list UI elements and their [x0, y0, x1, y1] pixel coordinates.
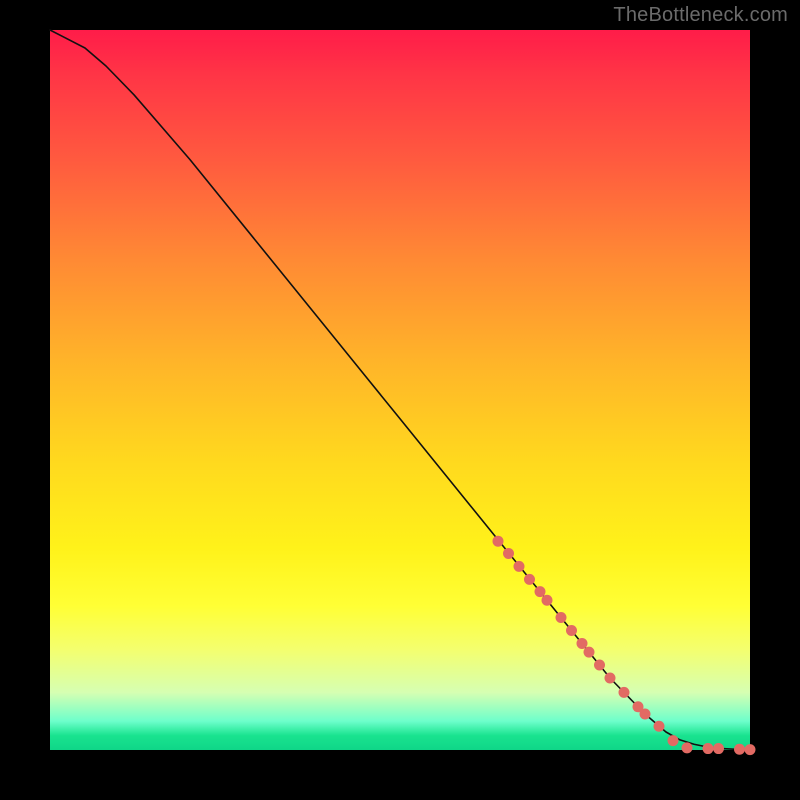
data-marker [584, 647, 595, 658]
bottleneck-curve [50, 30, 750, 750]
attribution-text: TheBottleneck.com [613, 4, 788, 27]
data-marker [668, 735, 679, 746]
data-marker [713, 743, 724, 754]
data-marker [542, 595, 553, 606]
data-marker [493, 536, 504, 547]
data-marker [605, 673, 616, 684]
data-marker [514, 561, 525, 572]
data-marker [640, 709, 651, 720]
chart-frame: TheBottleneck.com [0, 0, 800, 800]
data-marker [556, 612, 567, 623]
data-marker [682, 742, 693, 753]
data-marker [734, 744, 745, 755]
data-marker [535, 586, 546, 597]
data-marker [745, 744, 756, 755]
marker-group [493, 536, 756, 755]
data-marker [594, 660, 605, 671]
data-marker [503, 548, 514, 559]
data-marker [566, 625, 577, 636]
data-marker [703, 743, 714, 754]
data-marker [524, 574, 535, 585]
curve-svg [50, 30, 750, 750]
data-marker [654, 721, 665, 732]
data-marker [577, 638, 588, 649]
data-marker [619, 687, 630, 698]
plot-area [50, 30, 750, 750]
